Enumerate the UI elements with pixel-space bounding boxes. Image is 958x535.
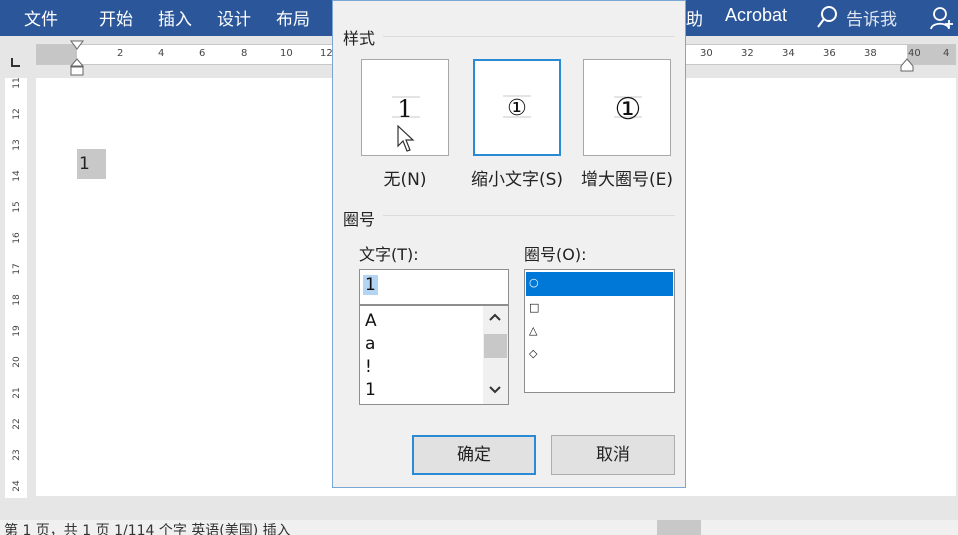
style-shrink-preview: ① [503,95,531,121]
enclosure-field-label: 圈号(O): [524,245,587,264]
cancel-button[interactable]: 取消 [551,435,675,475]
style-enlarge-label[interactable]: 增大圈号(E) [579,165,675,190]
ruler-tick: 4 [943,48,950,59]
tab-design[interactable]: 设计 [217,5,251,30]
vruler-tick: 17 [12,263,22,275]
list-item[interactable]: A [365,311,377,331]
ruler-tick: 2 [117,48,124,59]
vruler-tick: 14 [12,170,22,182]
scrollbar-arrows-icon[interactable] [483,306,508,404]
style-shrink-label[interactable]: 缩小文字(S) [467,165,567,190]
search-icon[interactable] [816,5,838,33]
tab-layout[interactable]: 布局 [276,5,310,30]
vruler-tick: 12 [12,108,22,120]
enclosure-listbox[interactable]: ○ □ △ ◇ [524,269,675,393]
selected-text[interactable]: 1 [77,149,106,179]
vruler-tick: 18 [12,294,22,306]
status-bar: 第 1 页，共 1 页 1/114 个字 英语(美国) 插入 [0,520,958,535]
vruler-tick: 24 [12,480,22,492]
tab-acrobat[interactable]: Acrobat [725,5,787,26]
tab-help[interactable]: 助 [686,5,703,30]
style-shrink-text-option[interactable]: ① [473,59,561,156]
text-field-label: 文字(T): [359,245,419,264]
print-layout-view-icon[interactable] [657,520,701,535]
vruler-tick: 16 [12,232,22,244]
text-input-value: 1 [363,275,378,295]
tell-me-input[interactable]: 告诉我 [846,5,897,30]
vruler-tick: 15 [12,201,22,213]
enclosure-item-circle[interactable]: ○ [529,276,539,289]
ok-button[interactable]: 确定 [412,435,536,475]
style-enlarge-glyph: ① [615,92,642,127]
ruler-tick: 32 [741,48,754,59]
status-text: 第 1 页，共 1 页 1/114 个字 英语(美国) 插入 [4,523,291,535]
tab-insert[interactable]: 插入 [158,5,192,30]
vruler-tick: 19 [12,325,22,337]
ruler-tick: 10 [280,48,293,59]
list-item[interactable]: 1 [365,380,376,400]
vruler-tick: 11 [12,77,22,89]
group-divider [383,215,675,216]
share-user-icon[interactable] [930,6,954,34]
ruler-tick: 34 [782,48,795,59]
vruler-tick: 20 [12,356,22,368]
enclosure-group-title: 圈号 [343,210,376,229]
style-none-glyph: 1 [397,95,412,123]
list-item[interactable]: a [365,334,375,354]
text-listbox[interactable]: A a ! 1 [359,305,509,405]
ruler-tick: 8 [241,48,248,59]
indent-marker-icon[interactable] [69,40,85,80]
tab-file[interactable]: 文件 [24,5,58,30]
vruler-tick: 21 [12,387,22,399]
group-divider [383,36,675,37]
list-item[interactable]: ! [365,357,372,377]
ruler-tick: 38 [864,48,877,59]
listbox-scrollbar[interactable] [483,306,508,404]
ruler-tick: 30 [700,48,713,59]
ruler-tick: 4 [158,48,165,59]
vertical-ruler[interactable]: 11 12 13 14 15 16 17 18 19 20 21 22 23 2… [5,77,27,498]
ruler-tick: 6 [199,48,206,59]
tab-home[interactable]: 开始 [99,5,133,30]
mouse-pointer-icon [397,124,417,157]
ruler-tick: 36 [823,48,836,59]
tab-stop-icon[interactable] [10,53,22,67]
enclosure-item-square[interactable]: □ [529,301,539,314]
style-shrink-glyph: ① [507,96,527,121]
style-enlarge-preview: ① [614,92,642,127]
style-group-title: 样式 [343,29,376,48]
vruler-tick: 13 [12,139,22,151]
enclosure-item-triangle[interactable]: △ [529,324,537,337]
vruler-tick: 22 [12,418,22,430]
ruler-tick: 12 [320,48,333,59]
style-none-label[interactable]: 无(N) [361,165,449,190]
enclosure-selected-row[interactable] [526,272,673,296]
enclose-characters-dialog: 样式 1 ① ① 无(N) 缩小文字(S) 增大圈号(E) 圈号 文字(T): … [332,0,686,488]
vruler-tick: 23 [12,449,22,461]
right-indent-icon[interactable] [900,57,914,76]
text-input[interactable]: 1 [359,269,509,305]
enclosure-item-diamond[interactable]: ◇ [529,347,537,360]
style-enlarge-symbol-option[interactable]: ① [583,59,671,156]
